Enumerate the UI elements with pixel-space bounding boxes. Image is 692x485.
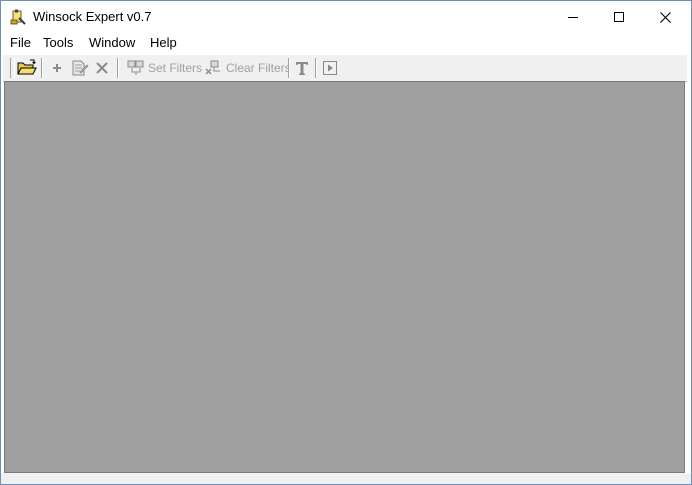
edit-button[interactable]	[71, 57, 89, 79]
title-bar[interactable]: Winsock Expert v0.7	[1, 1, 691, 33]
main-window: Winsock Expert v0.7 File Tools Window He…	[0, 0, 692, 485]
maximize-button[interactable]	[596, 1, 642, 33]
open-folder-icon	[17, 59, 37, 77]
maximize-icon	[614, 12, 624, 22]
close-button[interactable]	[642, 1, 688, 33]
add-button[interactable]	[51, 57, 63, 79]
set-filters-button[interactable]: Set Filters	[127, 57, 202, 79]
clear-filters-button[interactable]: Clear Filters	[205, 57, 291, 79]
text-button[interactable]	[295, 57, 309, 79]
window-bottom-frame	[1, 473, 691, 484]
menu-file[interactable]: File	[10, 35, 31, 50]
minimize-icon	[568, 12, 578, 22]
toolbar-separator	[288, 58, 290, 78]
winsock-app-icon[interactable]	[10, 9, 26, 25]
menu-window[interactable]: Window	[89, 35, 135, 50]
set-filters-label: Set Filters	[148, 61, 203, 75]
minimize-button[interactable]	[550, 1, 596, 33]
clear-filters-icon	[205, 60, 223, 76]
menu-bar: File Tools Window Help	[1, 33, 691, 53]
document-edit-icon	[71, 59, 89, 77]
window-title: Winsock Expert v0.7	[33, 9, 152, 24]
clear-filters-label: Clear Filters	[226, 61, 291, 75]
menu-help[interactable]: Help	[150, 35, 177, 50]
delete-button[interactable]	[95, 57, 109, 79]
toolbar: Set Filters Clear Filters	[3, 54, 687, 82]
toolbar-separator	[315, 58, 317, 78]
toolbar-separator	[41, 58, 43, 78]
text-t-icon	[295, 60, 309, 76]
play-icon	[322, 60, 338, 76]
delete-x-icon	[95, 61, 109, 75]
toolbar-grip[interactable]	[10, 58, 15, 78]
mdi-client-area[interactable]	[4, 81, 685, 473]
set-filters-icon	[127, 60, 145, 76]
toolbar-separator	[117, 58, 119, 78]
play-button[interactable]	[322, 57, 338, 79]
menu-tools[interactable]: Tools	[43, 35, 73, 50]
open-button[interactable]	[17, 57, 37, 79]
plus-icon	[51, 62, 63, 74]
close-icon	[659, 11, 671, 23]
